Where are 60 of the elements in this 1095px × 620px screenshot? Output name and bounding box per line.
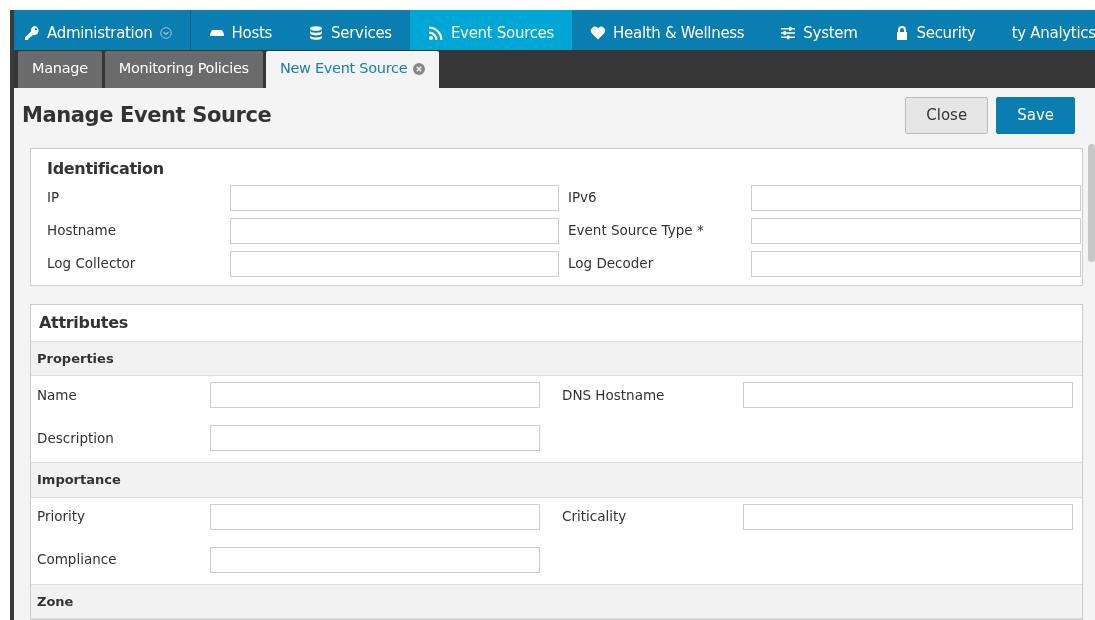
- input-field[interactable]: [751, 217, 1081, 244]
- field-label: IPv6: [568, 188, 598, 208]
- group-header: Importance: [31, 462, 1082, 498]
- field-label: Description: [37, 428, 115, 448]
- nav-label: Event Sources: [450, 22, 555, 44]
- tab-label: Manage: [32, 58, 88, 78]
- input-field[interactable]: [210, 546, 540, 573]
- input-field[interactable]: [230, 250, 559, 277]
- page-title: Manage Event Source: [22, 102, 272, 129]
- save-button[interactable]: Save: [996, 97, 1075, 134]
- group-header: Zone: [31, 583, 1082, 619]
- field-label: Log Decoder: [568, 254, 655, 274]
- heart-icon: [590, 25, 607, 41]
- input-field[interactable]: [210, 382, 540, 408]
- section-title: Attributes: [38, 311, 129, 334]
- field-label: Event Source Type *: [568, 221, 705, 241]
- group-header: Properties: [31, 340, 1082, 376]
- nav-label: Hosts: [231, 22, 273, 44]
- field-label: IP: [47, 188, 61, 208]
- rss-icon: [427, 25, 444, 41]
- input-field[interactable]: [230, 184, 559, 211]
- close-button[interactable]: Close: [905, 97, 989, 134]
- nav-label: Health & Wellness: [613, 22, 745, 44]
- nav-tab[interactable]: Hosts: [190, 10, 291, 50]
- input-field[interactable]: [230, 217, 559, 244]
- nav-tab[interactable]: System: [762, 10, 876, 50]
- field-label: Criticality: [561, 507, 628, 527]
- input-field[interactable]: [743, 503, 1073, 530]
- nav-label: System: [803, 22, 858, 44]
- input-field[interactable]: [210, 425, 540, 451]
- input-field[interactable]: [751, 250, 1081, 277]
- close-icon[interactable]: [413, 62, 426, 75]
- nav-label: Security: [916, 22, 976, 44]
- nav-label: ty Analytics: [1011, 22, 1095, 44]
- nav-label: Administration: [47, 22, 153, 44]
- input-field[interactable]: [743, 382, 1073, 408]
- nav-label: Services: [331, 22, 392, 44]
- field-label: Priority: [37, 507, 87, 527]
- field-label: Name: [37, 385, 78, 405]
- dropdown-icon[interactable]: [159, 27, 172, 39]
- nav-tab[interactable]: Security: [875, 10, 994, 50]
- nav-tab[interactable]: Services: [290, 10, 410, 50]
- field-label: Compliance: [37, 550, 118, 570]
- tab[interactable]: Manage: [18, 50, 102, 88]
- sliders-icon: [780, 25, 797, 41]
- input-field[interactable]: [751, 184, 1081, 211]
- field-label: DNS Hostname: [561, 385, 666, 405]
- tab[interactable]: New Event Source: [265, 50, 440, 88]
- tab-label: New Event Source: [279, 58, 408, 78]
- nav-tab[interactable]: ty Analytics: [993, 10, 1095, 50]
- database-icon: [308, 25, 325, 41]
- tab[interactable]: Monitoring Policies: [104, 50, 263, 88]
- field-label: Hostname: [47, 221, 118, 241]
- scrollbar[interactable]: [1088, 143, 1095, 262]
- input-field[interactable]: [210, 503, 540, 530]
- tab-label: Monitoring Policies: [118, 58, 249, 78]
- field-label: Log Collector: [47, 254, 137, 274]
- section-title: Identification: [47, 157, 165, 180]
- nav-tab[interactable]: Event Sources: [409, 10, 573, 50]
- nav-tab[interactable]: Health & Wellness: [572, 10, 763, 50]
